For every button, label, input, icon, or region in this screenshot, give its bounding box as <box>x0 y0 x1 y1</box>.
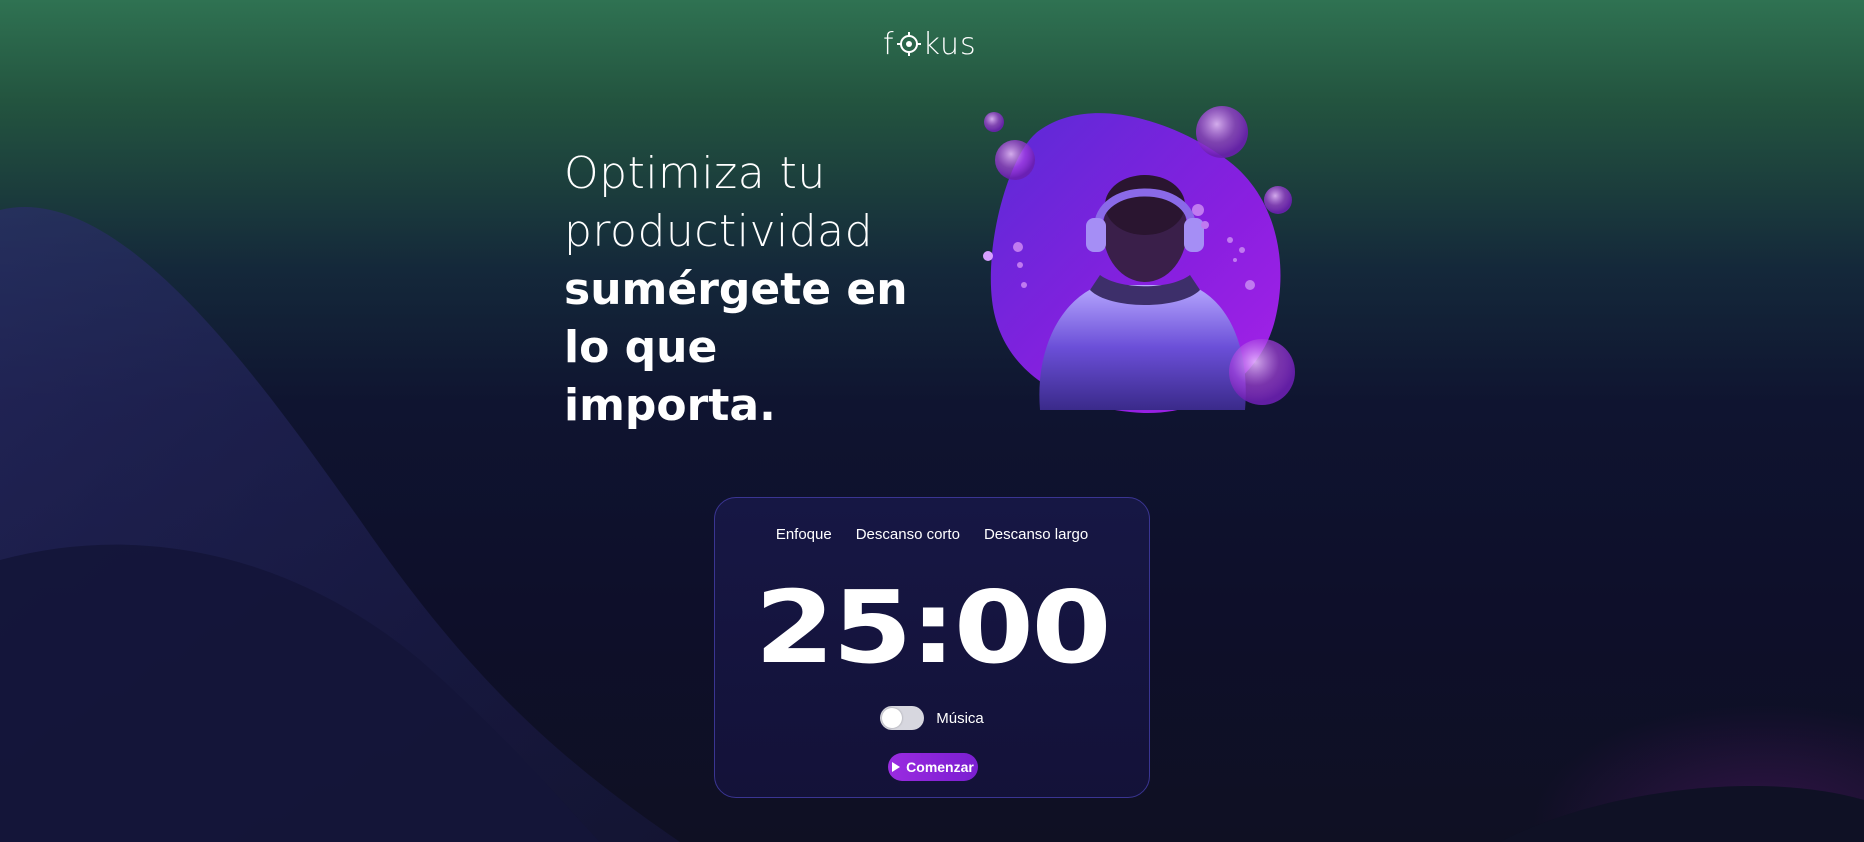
headline-line-2: productividad <box>564 206 874 257</box>
headline-line-3: sumérgete en <box>564 264 908 315</box>
fokus-logo[interactable]: f kus <box>883 24 983 64</box>
tab-descanso-corto[interactable]: Descanso corto <box>856 522 960 547</box>
toggle-knob <box>882 708 903 728</box>
logo-text-kus: kus <box>922 26 977 62</box>
headline-line-4: lo que <box>564 322 718 373</box>
target-icon <box>896 32 921 56</box>
hero-headline: Optimiza tu productividad sumérgete en l… <box>564 145 924 435</box>
timer-tabs: Enfoque Descanso corto Descanso largo <box>715 522 1149 547</box>
music-toggle[interactable] <box>880 706 925 730</box>
headline-line-1: Optimiza tu <box>564 148 826 199</box>
tab-descanso-largo[interactable]: Descanso largo <box>984 522 1088 547</box>
headline-line-5: importa. <box>564 380 776 431</box>
start-button-label: Comenzar <box>906 759 974 775</box>
play-icon <box>892 762 901 772</box>
music-label: Música <box>936 709 984 727</box>
music-control: Música <box>715 706 1149 730</box>
tab-enfoque[interactable]: Enfoque <box>776 522 832 547</box>
timer-card: Enfoque Descanso corto Descanso largo 25… <box>714 497 1150 798</box>
logo-text-f: f <box>883 26 895 62</box>
start-button[interactable]: Comenzar <box>888 753 978 781</box>
astronaut-illustration <box>983 106 1295 414</box>
timer-display: 25:00 <box>754 569 1112 686</box>
